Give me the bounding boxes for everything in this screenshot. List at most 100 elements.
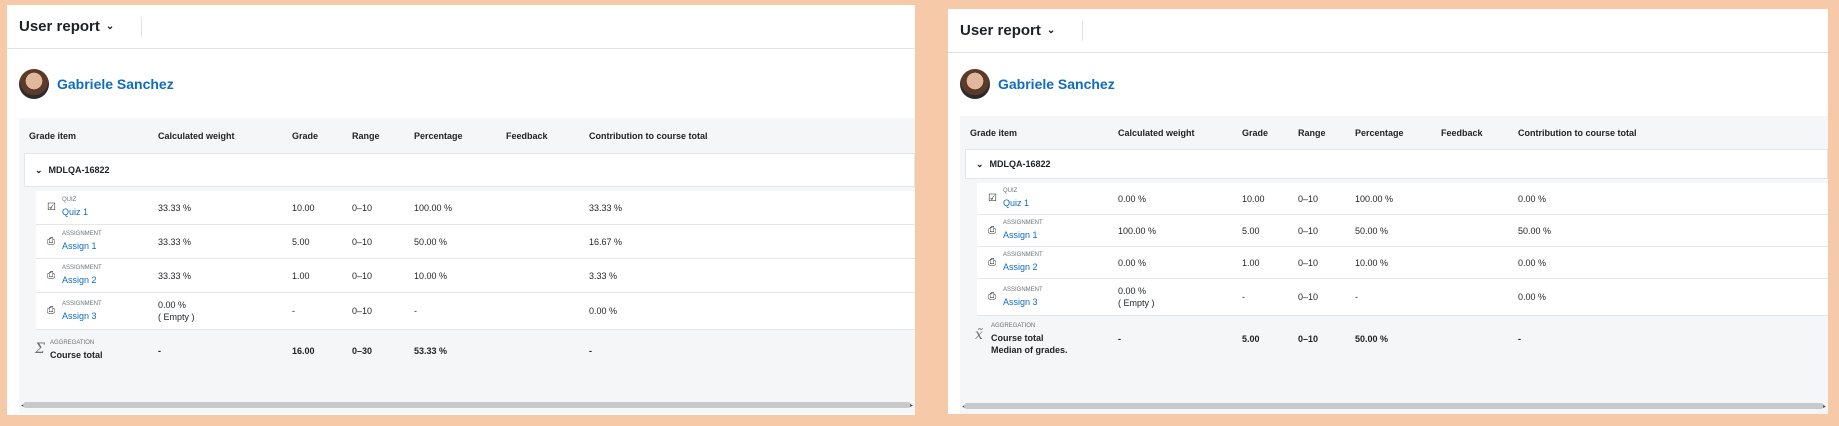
contribution-value: 3.33 % <box>589 271 618 281</box>
user-name-link[interactable]: Gabriele Sanchez <box>57 76 174 92</box>
column-header-grade: Grade <box>292 131 319 141</box>
calculated-weight: 33.33 % <box>158 237 192 247</box>
column-header-contribution: Contribution to course total <box>1518 128 1637 138</box>
median-icon: x̃ <box>975 327 983 343</box>
item-link[interactable]: Assign 2 <box>1003 262 1038 272</box>
column-header-feedback: Feedback <box>1441 128 1483 138</box>
percentage-value: - <box>414 306 417 316</box>
report-selector[interactable]: User report ⌄ <box>960 22 1055 39</box>
column-header-calculated-weight: Calculated weight <box>1118 128 1195 138</box>
category-row[interactable]: ⌄ MDLQA-16822 <box>24 153 915 187</box>
calculated-weight: 0.00 % <box>158 300 187 310</box>
course-total-row: x̃ AGGREGATION Course total Median of gr… <box>965 317 1828 361</box>
percentage-value: 10.00 % <box>1355 258 1389 268</box>
percentage-value: 10.00 % <box>414 271 448 281</box>
item-link[interactable]: Assign 3 <box>1003 297 1038 307</box>
grade-value: 16.00 <box>292 346 315 356</box>
grade-value: 1.00 <box>1242 258 1260 268</box>
column-header-range: Range <box>352 131 380 141</box>
assignment-icon: ⎙ <box>47 270 55 281</box>
contribution-value: - <box>1518 334 1521 344</box>
percentage-value: 100.00 % <box>414 203 453 213</box>
chevron-down-icon[interactable]: ⌄ <box>35 165 43 176</box>
grade-value: 10.00 <box>292 203 315 213</box>
contribution-value: 50.00 % <box>1518 226 1552 236</box>
range-value: 0–10 <box>352 271 373 281</box>
item-link[interactable]: Assign 1 <box>62 241 97 251</box>
grade-report-panel-left: User report ⌄ Gabriele Sanchez Grade ite… <box>7 5 915 415</box>
grades-table: Grade item Calculated weight Grade Range… <box>960 116 1828 414</box>
item-type: ASSIGNMENT <box>1003 252 1043 258</box>
scroll-right-arrow[interactable]: ▸ <box>910 402 913 409</box>
range-value: 0–10 <box>352 203 373 213</box>
range-value: 0–10 <box>1298 226 1319 236</box>
grade-value: 1.00 <box>292 271 310 281</box>
assignment-icon: ⎙ <box>47 305 55 316</box>
item-type: ASSIGNMENT <box>1003 220 1043 226</box>
chevron-down-icon: ⌄ <box>1046 25 1056 36</box>
item-link[interactable]: Quiz 1 <box>62 207 88 217</box>
table-row: ☑ QUIZ Quiz 1 33.33 % 10.00 0–10 100.00 … <box>36 191 915 225</box>
table-row: ⎙ ASSIGNMENT Assign 3 0.00 % ( Empty ) -… <box>977 279 1828 316</box>
item-link[interactable]: Assign 2 <box>62 275 97 285</box>
assignment-icon: ⎙ <box>988 225 996 236</box>
item-link[interactable]: Quiz 1 <box>1003 198 1029 208</box>
quiz-icon: ☑ <box>47 202 56 213</box>
course-total-label: Course total <box>50 350 103 360</box>
category-row[interactable]: ⌄ MDLQA-16822 <box>965 149 1828 179</box>
contribution-value: 16.67 % <box>589 237 623 247</box>
course-total-row: Σ AGGREGATION Course total - 16.00 0–30 … <box>24 332 915 372</box>
percentage-value: - <box>1355 292 1358 302</box>
item-link[interactable]: Assign 1 <box>1003 230 1038 240</box>
calculated-weight-note: ( Empty ) <box>1118 298 1155 308</box>
grade-value: 5.00 <box>1242 226 1260 236</box>
column-header-feedback: Feedback <box>506 131 548 141</box>
calculated-weight: 0.00 % <box>1118 286 1147 296</box>
grade-value: 5.00 <box>292 237 310 247</box>
horizontal-scrollbar[interactable] <box>23 402 911 408</box>
horizontal-scrollbar[interactable] <box>964 403 1824 409</box>
chevron-down-icon: ⌄ <box>105 21 115 32</box>
assignment-icon: ⎙ <box>988 291 996 302</box>
column-header-percentage: Percentage <box>1355 128 1404 138</box>
assignment-icon: ⎙ <box>988 257 996 268</box>
report-header: User report ⌄ <box>7 5 915 49</box>
table-row: ⎙ ASSIGNMENT Assign 1 33.33 % 5.00 0–10 … <box>36 225 915 259</box>
scroll-right-arrow[interactable]: ▸ <box>1823 403 1826 410</box>
table-row: ☑ QUIZ Quiz 1 0.00 % 10.00 0–10 100.00 %… <box>977 183 1828 215</box>
percentage-value: 53.33 % <box>414 346 448 356</box>
divider <box>1082 20 1084 41</box>
report-title: User report <box>19 18 100 35</box>
contribution-value: 33.33 % <box>589 203 623 213</box>
course-total-label: Course total <box>991 333 1044 343</box>
item-type: ASSIGNMENT <box>62 301 102 307</box>
user-name-link[interactable]: Gabriele Sanchez <box>998 76 1115 92</box>
contribution-value: 0.00 % <box>1518 194 1547 204</box>
avatar <box>960 69 990 99</box>
table-row: ⎙ ASSIGNMENT Assign 2 0.00 % 1.00 0–10 1… <box>977 247 1828 279</box>
column-header-percentage: Percentage <box>414 131 463 141</box>
calculated-weight: 0.00 % <box>1118 258 1147 268</box>
grade-value: 10.00 <box>1242 194 1265 204</box>
item-type: ASSIGNMENT <box>1003 287 1043 293</box>
range-value: 0–10 <box>352 237 373 247</box>
range-value: 0–10 <box>1298 258 1319 268</box>
chevron-down-icon[interactable]: ⌄ <box>976 159 984 170</box>
grade-value: - <box>292 306 295 316</box>
sigma-icon: Σ <box>35 341 45 357</box>
category-name: MDLQA-16822 <box>989 159 1051 169</box>
column-header-grade-item: Grade item <box>970 128 1018 138</box>
item-link[interactable]: Assign 3 <box>62 311 97 321</box>
range-value: 0–10 <box>1298 334 1319 344</box>
table-row: ⎙ ASSIGNMENT Assign 2 33.33 % 1.00 0–10 … <box>36 259 915 293</box>
calculated-weight: - <box>158 346 161 356</box>
table-row: ⎙ ASSIGNMENT Assign 1 100.00 % 5.00 0–10… <box>977 215 1828 247</box>
report-selector[interactable]: User report ⌄ <box>19 18 114 35</box>
grade-report-panel-right: User report ⌄ Gabriele Sanchez Grade ite… <box>948 9 1828 414</box>
contribution-value: - <box>589 346 592 356</box>
contribution-value: 0.00 % <box>1518 258 1547 268</box>
grade-value: - <box>1242 292 1245 302</box>
aggregation-note: Median of grades. <box>991 345 1068 355</box>
avatar <box>19 69 49 99</box>
column-header-contribution: Contribution to course total <box>589 131 708 141</box>
